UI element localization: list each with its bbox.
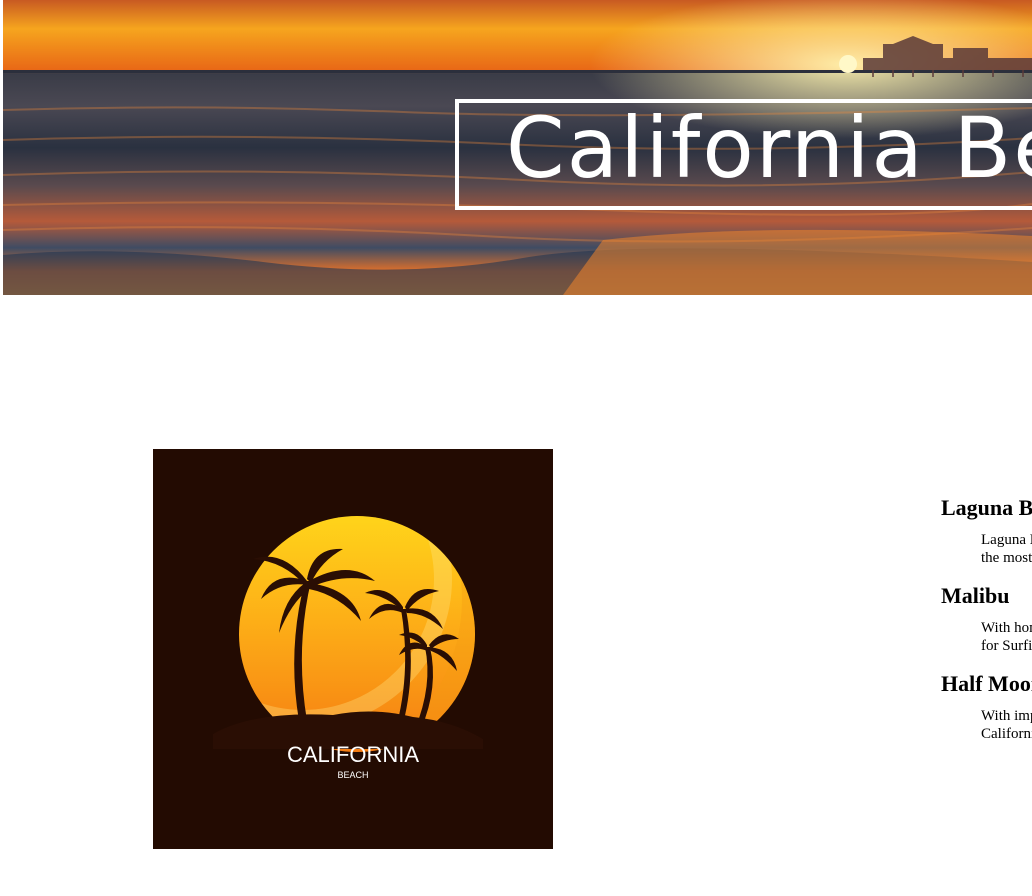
hero-banner: California Beaches	[3, 0, 1032, 295]
sunset-palm-trees-illustration	[213, 516, 483, 752]
beach-description: With homes of celebrities lining the coa…	[981, 620, 1032, 654]
page-title: California Beaches	[506, 99, 1032, 197]
beach-item: Malibu With homes of celebrities lining …	[941, 578, 1032, 655]
beach-item: Half Moon Bay With impressive surf break…	[941, 666, 1032, 743]
beach-heading: Malibu	[941, 583, 1010, 608]
poster-title: CALIFORNIA	[286, 742, 420, 767]
beach-description: Laguna Beach is known for its hidden cov…	[981, 532, 1032, 566]
beach-heading: Half Moon Bay	[941, 671, 1032, 696]
poster-subtitle: BEACH	[337, 770, 369, 780]
beach-heading: Laguna Beach	[941, 495, 1032, 520]
beach-description: With impressive surf breaks you can expe…	[981, 708, 1032, 742]
beach-item: Laguna Beach Laguna Beach is known for i…	[941, 490, 1032, 567]
beach-list: Laguna Beach Laguna Beach is known for i…	[941, 490, 1032, 754]
california-beach-poster: CALIFORNIA BEACH	[153, 449, 553, 849]
